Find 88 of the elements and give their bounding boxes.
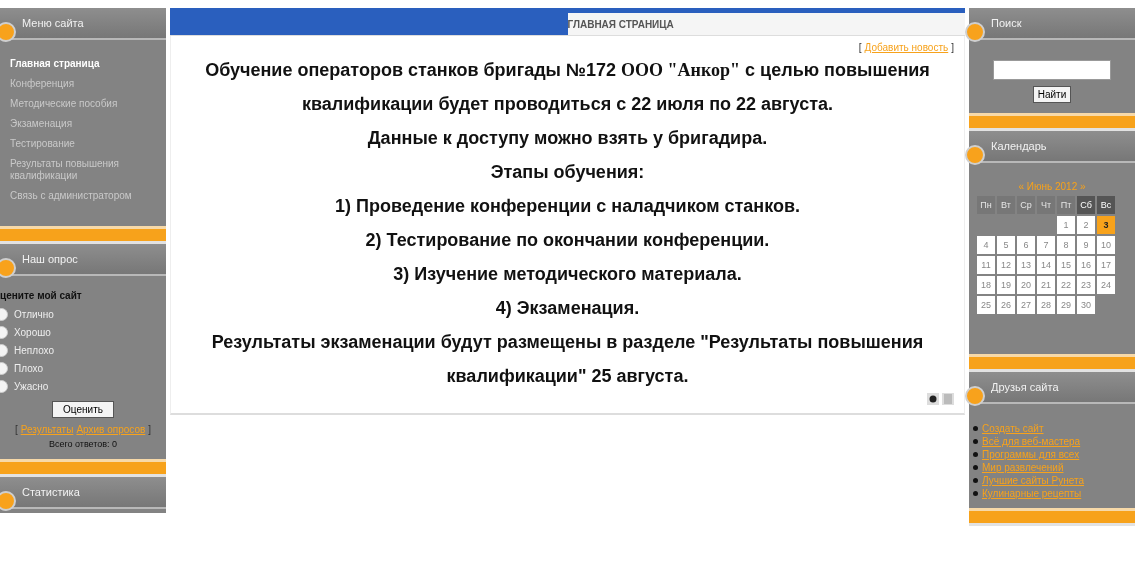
circle-icon xyxy=(0,22,16,42)
calendar-day[interactable]: 13 xyxy=(1017,256,1035,274)
menu-item[interactable]: Связь с администратором xyxy=(0,186,166,206)
weekday-label: Пт xyxy=(1057,196,1075,214)
weekday-label: Чт xyxy=(1037,196,1055,214)
bullet-icon xyxy=(973,465,978,470)
calendar-day[interactable]: 2 xyxy=(1077,216,1095,234)
search-button[interactable]: Найти xyxy=(1032,86,1072,103)
calendar-day[interactable]: 24 xyxy=(1097,276,1115,294)
weekday-label: Сб xyxy=(1077,196,1095,214)
bullet-icon xyxy=(973,439,978,444)
search-field[interactable] xyxy=(993,60,1111,80)
news-text: Обучение операторов станков бригады №172 ООО "Анкор" с целью повышения xyxy=(204,59,931,82)
menu-item[interactable]: Конференция xyxy=(0,74,166,94)
calendar-day[interactable]: 5 xyxy=(997,236,1015,254)
circle-icon xyxy=(965,22,985,42)
bullet-icon xyxy=(973,491,978,496)
page-title: ГЛАВНАЯ СТРАНИЦА xyxy=(567,17,675,32)
news-text: 2) Тестирование по окончании конференции. xyxy=(364,229,771,252)
panel-title: Статистика xyxy=(22,486,80,498)
calendar-day[interactable]: 7 xyxy=(1037,236,1055,254)
news-text: 3) Изучение методического материала. xyxy=(392,263,743,286)
option-label: Ужасно xyxy=(14,380,49,392)
calendar-day[interactable]: 17 xyxy=(1097,256,1115,274)
calendar-day[interactable]: 28 xyxy=(1037,296,1055,314)
calendar-day[interactable]: 22 xyxy=(1057,276,1075,294)
news-text: Результаты экзаменации будут размещены в разделе "Результаты повышения квалификации" 25 августа. xyxy=(210,331,925,388)
calendar-day[interactable]: 19 xyxy=(997,276,1015,294)
menu-item[interactable]: Тестирование xyxy=(0,134,166,154)
poll-question: цените мой сайт xyxy=(0,290,83,301)
menu-item[interactable]: Результаты повышения квалификации xyxy=(0,154,166,186)
calendar-day[interactable]: 10 xyxy=(1097,236,1115,254)
calendar-day[interactable]: 29 xyxy=(1057,296,1075,314)
calendar-day[interactable]: 8 xyxy=(1057,236,1075,254)
menu-item[interactable]: Методические пособия xyxy=(0,94,166,114)
calendar-day[interactable]: 14 xyxy=(1037,256,1055,274)
bullet-icon xyxy=(973,452,978,457)
menu-item[interactable]: Экзаменация xyxy=(0,114,166,134)
panel-title: Наш опрос xyxy=(22,253,78,265)
vote-count: Всего ответов: 0 xyxy=(47,439,119,449)
calendar-day[interactable]: 4 xyxy=(977,236,995,254)
calendar-day[interactable]: 12 xyxy=(997,256,1015,274)
circle-icon xyxy=(965,386,985,406)
calendar-day[interactable]: 16 xyxy=(1077,256,1095,274)
circle-icon xyxy=(0,258,16,278)
weekday-label: Ср xyxy=(1017,196,1035,214)
calendar-day[interactable]: 23 xyxy=(1077,276,1095,294)
calendar-day[interactable]: 15 xyxy=(1057,256,1075,274)
bracket: ] xyxy=(148,424,152,435)
calendar-day[interactable]: 9 xyxy=(1077,236,1095,254)
bracket: [ xyxy=(14,424,18,435)
calendar-day[interactable]: 26 xyxy=(997,296,1015,314)
calendar-day[interactable]: 30 xyxy=(1077,296,1095,314)
calendar-day[interactable]: 25 xyxy=(977,296,995,314)
menu-item[interactable]: Главная страница xyxy=(0,54,166,74)
bullet-icon xyxy=(973,426,978,431)
calendar-day[interactable]: 21 xyxy=(1037,276,1055,294)
option-label: Отлично xyxy=(14,308,54,320)
bracket: [ xyxy=(858,42,862,53)
calendar-day[interactable]: 1 xyxy=(1057,216,1075,234)
weekday-label: Вс xyxy=(1097,196,1115,214)
weekday-label: Пн xyxy=(977,196,995,214)
calendar-day[interactable]: 3 xyxy=(1097,216,1115,234)
calendar-day[interactable]: 20 xyxy=(1017,276,1035,294)
add-news-link[interactable]: Добавить новость xyxy=(864,42,949,53)
news-text: 4) Экзаменация. xyxy=(494,297,641,320)
vote-button[interactable]: Оценить xyxy=(52,401,114,418)
option-label: Неплохо xyxy=(14,344,55,356)
panel-title: Друзья сайта xyxy=(991,381,1059,393)
news-text: Этапы обучения: xyxy=(489,161,646,184)
option-label: Плохо xyxy=(14,362,44,374)
calendar-day[interactable]: 27 xyxy=(1017,296,1035,314)
news-text: 1) Проведение конференции с наладчиком станков. xyxy=(333,195,802,218)
circle-icon xyxy=(965,145,985,165)
calendar-day[interactable]: 11 xyxy=(977,256,995,274)
bullet-icon xyxy=(973,478,978,483)
panel-title: Меню сайта xyxy=(22,17,84,29)
calendar-day[interactable]: 18 xyxy=(977,276,995,294)
weekday-label: Вт xyxy=(997,196,1015,214)
news-text: Данные к доступу можно взять у бригадира. xyxy=(366,127,769,150)
option-label: Хорошо xyxy=(14,326,51,338)
panel-title: Поиск xyxy=(991,17,1022,29)
bracket: ] xyxy=(951,42,954,53)
calendar-day[interactable]: 6 xyxy=(1017,236,1035,254)
circle-icon xyxy=(0,491,16,511)
panel-title: Календарь xyxy=(991,140,1047,152)
news-text: квалификации будет проводиться с 22 июля по 22 августа. xyxy=(301,93,834,116)
rss-icon[interactable] xyxy=(927,393,939,405)
